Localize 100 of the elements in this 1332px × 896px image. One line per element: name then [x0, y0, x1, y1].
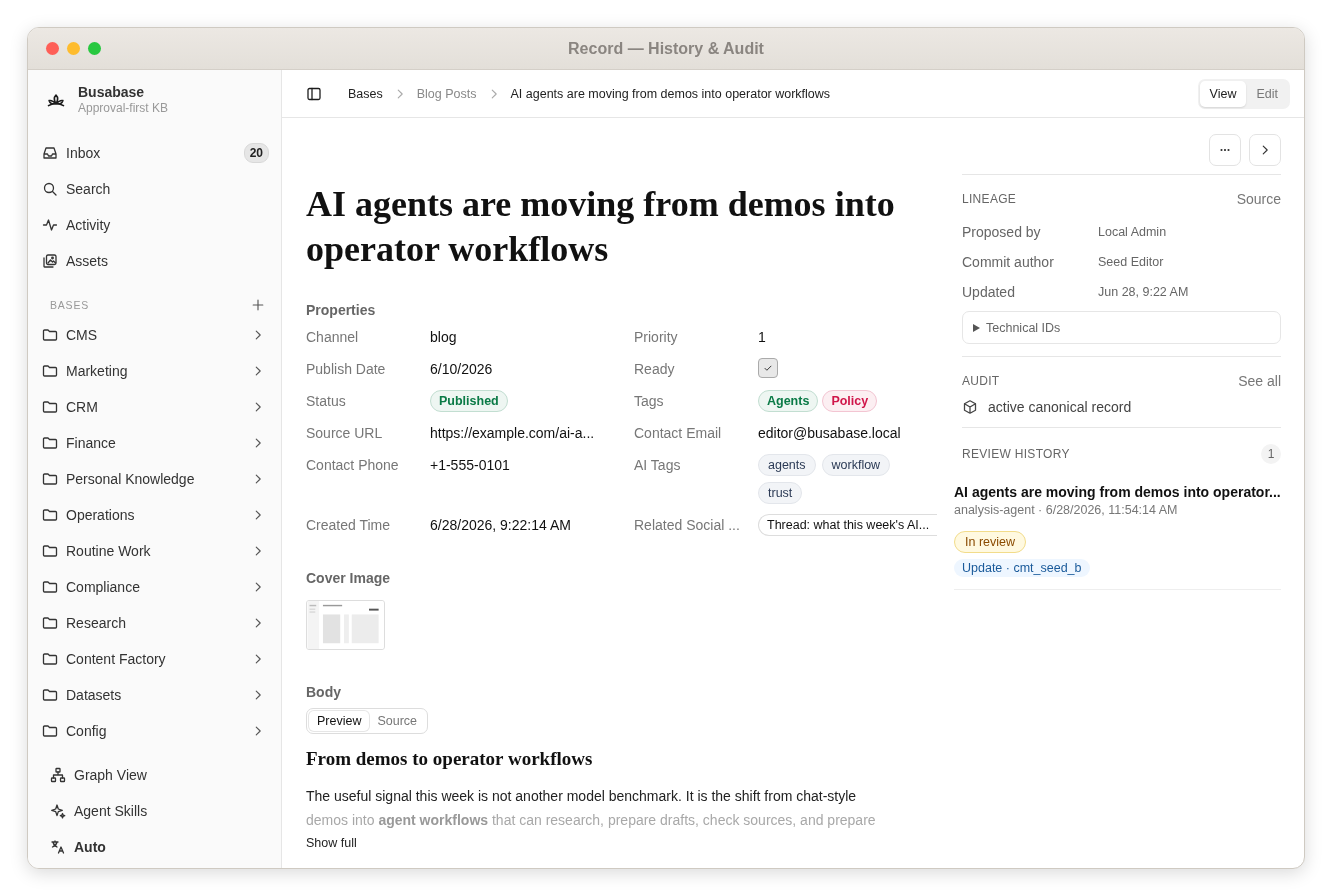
source-link[interactable]: Source	[1236, 191, 1281, 207]
show-full-button[interactable]: Show full	[306, 836, 357, 850]
zoom-button[interactable]	[88, 42, 101, 55]
folder-icon	[42, 471, 58, 487]
folder-icon	[42, 327, 58, 343]
body-tab[interactable]: Source	[369, 711, 426, 731]
status-badge: In review	[954, 531, 1027, 553]
property-value: +1-555-0101	[430, 456, 511, 475]
more-button[interactable]	[1209, 134, 1241, 166]
app-name: Busabase	[78, 84, 146, 100]
see-all-link[interactable]: See all	[1238, 373, 1281, 389]
review-meta: analysis-agent · 6/28/2026, 11:54:14 AM	[954, 503, 1178, 517]
section-heading: Body	[306, 684, 342, 700]
images-icon	[42, 253, 58, 269]
property-value: https://example.com/ai-a...	[430, 424, 596, 443]
commit-tag: Update · cmt_seed_b	[954, 559, 1090, 577]
folder-icon	[42, 399, 58, 415]
property-label: Related Social ...	[634, 516, 741, 535]
breadcrumb-item[interactable]: Blog Posts	[416, 86, 477, 101]
checkbox[interactable]	[758, 358, 778, 378]
base-item[interactable]: Compliance	[42, 569, 269, 605]
body-tab[interactable]: Preview	[309, 711, 370, 731]
property-label: Source URL	[306, 424, 384, 443]
breadcrumb-item: AI agents are moving from demos into operator workflows	[510, 86, 831, 101]
nav-item[interactable]: Agent Skills	[42, 793, 269, 829]
mode-tab[interactable]: View	[1199, 80, 1247, 107]
body-text: demos into agent workflows that can research, prepare drafts, check sources, and prepare	[306, 811, 877, 830]
lineage-label: Proposed by	[962, 224, 1042, 240]
lineage-label: Commit author	[962, 254, 1055, 270]
nav-item[interactable]: Assets	[42, 243, 269, 279]
audit-entry: active canonical record	[988, 399, 1132, 415]
sparkles-icon	[50, 803, 66, 819]
base-item[interactable]: Marketing	[42, 353, 269, 389]
minimize-button[interactable]	[67, 42, 80, 55]
breadcrumb-item[interactable]: Bases	[348, 86, 383, 101]
close-button[interactable]	[46, 42, 59, 55]
base-item[interactable]: Routine Work	[42, 533, 269, 569]
body-heading: From demos to operator workflows	[306, 748, 594, 770]
count-badge: 1	[1261, 444, 1281, 464]
tag: agents	[758, 454, 816, 476]
property-value: 1	[758, 328, 767, 347]
technical-ids-disclosure[interactable]: Technical IDs	[962, 311, 1281, 344]
property-value: editor@busabase.local	[758, 424, 902, 443]
folder-icon	[42, 687, 58, 703]
mode-tab[interactable]: Edit	[1246, 80, 1288, 107]
folder-icon	[42, 435, 58, 451]
tag: Agents	[758, 390, 819, 412]
inbox-icon	[42, 145, 58, 161]
lineage-label: Updated	[962, 284, 1016, 300]
record-title: AI agents are moving from demos into operator workflows	[306, 183, 896, 271]
folder-icon	[42, 363, 58, 379]
property-label: Priority	[634, 328, 679, 347]
nav-item[interactable]: Graph View	[42, 757, 269, 793]
property-label: Channel	[306, 328, 360, 347]
window-title: Record — History & Audit	[568, 39, 764, 58]
count-badge: 20	[243, 143, 269, 163]
review-title[interactable]: AI agents are moving from demos into operator...	[954, 484, 1281, 500]
translate-icon	[50, 839, 66, 855]
disclosure-triangle-icon	[973, 323, 980, 332]
lineage-value: Jun 28, 9:22 AM	[1098, 285, 1189, 299]
sidebar-toggle-icon	[306, 85, 322, 102]
base-item[interactable]: Operations	[42, 497, 269, 533]
base-item[interactable]: Finance	[42, 425, 269, 461]
app-subtitle: Approval-first KB	[78, 101, 169, 115]
property-value: 6/10/2026	[430, 360, 494, 379]
base-item[interactable]: Research	[42, 605, 269, 641]
cube-icon	[962, 399, 978, 415]
nav-item[interactable]: Auto	[42, 829, 269, 865]
nav-item[interactable]: Inbox 20	[42, 135, 269, 171]
base-item[interactable]: Config	[42, 713, 269, 749]
property-label: AI Tags	[634, 456, 682, 475]
section-heading: LINEAGE	[962, 192, 1017, 206]
base-item[interactable]: Content Factory	[42, 641, 269, 677]
tag: trust	[758, 482, 803, 504]
base-item[interactable]: CMS	[42, 317, 269, 353]
section-heading: AUDIT	[962, 374, 1000, 388]
base-item[interactable]: Personal Knowledge	[42, 461, 269, 497]
section-heading: Cover Image	[306, 570, 392, 586]
section-heading: REVIEW HISTORY	[962, 447, 1070, 461]
property-label: Contact Email	[634, 424, 723, 443]
nav-item[interactable]: Activity	[42, 207, 269, 243]
property-value: 6/28/2026, 9:22:14 AM	[430, 516, 572, 535]
property-label: Publish Date	[306, 360, 387, 379]
nav-item[interactable]: Search	[42, 171, 269, 207]
folder-icon	[42, 651, 58, 667]
folder-icon	[42, 723, 58, 739]
graph-icon	[50, 767, 66, 783]
property-label: Ready	[634, 360, 676, 379]
base-item[interactable]: Datasets	[42, 677, 269, 713]
property-label: Status	[306, 392, 347, 411]
property-label: Contact Phone	[306, 456, 400, 475]
next-button[interactable]	[1249, 134, 1281, 166]
property-label: Created Time	[306, 516, 392, 535]
search-icon	[42, 181, 58, 197]
add-icon	[251, 298, 265, 312]
base-item[interactable]: CRM	[42, 389, 269, 425]
lineage-value: Seed Editor	[1098, 255, 1164, 269]
folder-icon	[42, 507, 58, 523]
section-heading: Properties	[306, 302, 377, 318]
tag: workflow	[821, 454, 891, 476]
